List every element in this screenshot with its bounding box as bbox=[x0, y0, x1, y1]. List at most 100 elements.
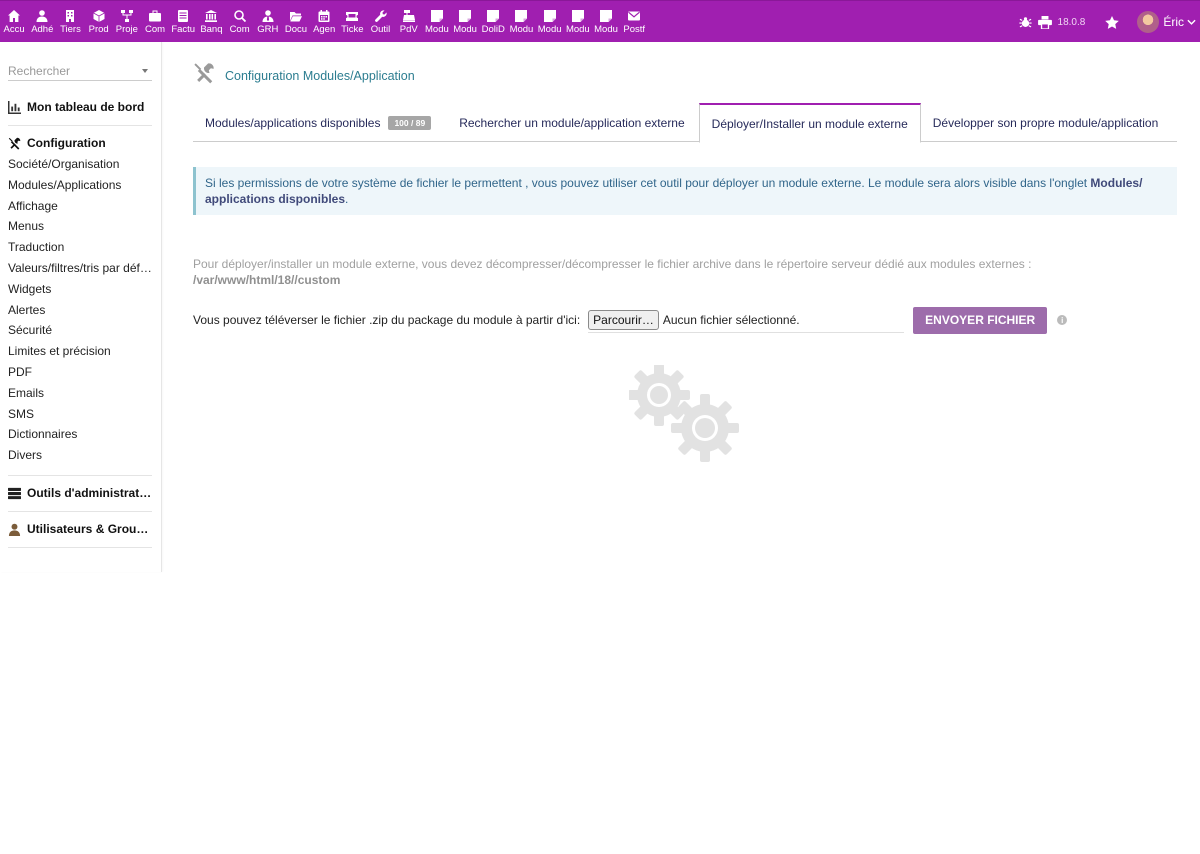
sidebar-config-item[interactable]: Emails bbox=[8, 383, 152, 404]
topmenu-item-12[interactable]: Ticke bbox=[338, 1, 366, 43]
sidebar-config-item[interactable]: Alertes bbox=[8, 300, 152, 321]
envelope-icon bbox=[628, 10, 641, 22]
left-sidebar: Rechercher Mon tableau de bord Configura… bbox=[0, 42, 162, 572]
info-icon[interactable]: i bbox=[1057, 315, 1068, 325]
chart-icon bbox=[8, 100, 21, 114]
no-file-text: Aucun fichier sélectionné. bbox=[662, 312, 800, 327]
sidebar-config-item[interactable]: Menus bbox=[8, 216, 152, 237]
info-box: Si les permissions de votre système de f… bbox=[193, 167, 1177, 215]
topmenu-item-0[interactable]: Accu bbox=[0, 1, 28, 43]
sidebar-item-dashboard[interactable]: Mon tableau de bord bbox=[8, 97, 152, 117]
note-icon bbox=[543, 10, 556, 22]
topmenu-item-18[interactable]: Modu bbox=[507, 1, 535, 43]
topmenu-item-22[interactable]: Postf bbox=[620, 1, 648, 43]
topmenu-item-2[interactable]: Tiers bbox=[56, 1, 84, 43]
sidebar-item-configuration[interactable]: Configuration bbox=[8, 133, 152, 153]
print-icon[interactable] bbox=[1037, 15, 1052, 29]
gears-icon bbox=[628, 364, 741, 468]
topmenu-item-13[interactable]: Outil bbox=[366, 1, 394, 43]
user-avatar[interactable] bbox=[1137, 11, 1160, 33]
topmenu-label: Agen bbox=[313, 24, 336, 35]
topmenu-item-6[interactable]: Factu bbox=[169, 1, 197, 43]
sidebar-admin-block: Outils d'administration bbox=[8, 483, 152, 512]
topmenu-label: PdV bbox=[399, 24, 418, 35]
sidebar-config-item[interactable]: PDF bbox=[8, 362, 152, 383]
top-menu-bar: Accu Adhé Tiers Prod Proje Com Factu Banq Com GRH… bbox=[0, 0, 1200, 42]
deploy-note: Pour déployer/installer un module extern… bbox=[193, 256, 1177, 288]
send-file-button[interactable]: ENVOYER FICHIER bbox=[913, 306, 1048, 334]
sidebar-config-item[interactable]: Valeurs/filtres/tris par défaut bbox=[8, 258, 152, 279]
upload-label: Vous pouvez téléverser le fichier .zip d… bbox=[193, 313, 581, 327]
sidebar-config-item[interactable]: Traduction bbox=[8, 237, 152, 258]
tab-available-modules[interactable]: Modules/applications disponibles 100 / 8… bbox=[193, 103, 443, 142]
sidebar-admin-label: Outils d'administration bbox=[27, 486, 152, 500]
bank-icon bbox=[205, 10, 218, 22]
bookmark-star-icon[interactable] bbox=[1105, 15, 1120, 29]
note-icon bbox=[459, 10, 472, 22]
sidebar-config-item[interactable]: SMS bbox=[8, 404, 152, 425]
bug-icon[interactable] bbox=[1018, 16, 1032, 29]
server-icon bbox=[8, 487, 21, 499]
chevron-down-icon[interactable] bbox=[1187, 19, 1196, 26]
topmenu-item-4[interactable]: Proje bbox=[113, 1, 141, 43]
upload-row: Vous pouvez téléverser le fichier .zip d… bbox=[193, 306, 1068, 334]
topmenu-item-11[interactable]: Agen bbox=[310, 1, 338, 43]
topmenu-item-19[interactable]: Modu bbox=[536, 1, 564, 43]
page-title: Configuration Modules/Application bbox=[225, 68, 415, 83]
tab-develop-own[interactable]: Développer son propre module/application bbox=[921, 103, 1170, 142]
search-dollar-icon bbox=[233, 10, 246, 22]
invoice-icon bbox=[177, 10, 189, 22]
building-icon bbox=[64, 10, 76, 22]
topmenu-item-20[interactable]: Modu bbox=[564, 1, 592, 43]
topmenu-item-14[interactable]: PdV bbox=[395, 1, 423, 43]
topmenu-item-15[interactable]: Modu bbox=[423, 1, 451, 43]
calendar-icon bbox=[318, 10, 330, 22]
sidebar-item-admin-tools[interactable]: Outils d'administration bbox=[8, 483, 152, 503]
info-link-1[interactable]: Modules/ bbox=[1090, 176, 1142, 190]
topmenu-item-17[interactable]: DoliD bbox=[479, 1, 507, 43]
tab-deploy-label: Déployer/Installer un module externe bbox=[711, 116, 908, 131]
sidebar-item-users-groups[interactable]: Utilisateurs & Groupes bbox=[8, 519, 152, 539]
topmenu-label: Prod bbox=[88, 24, 109, 35]
sidebar-config-item[interactable]: Dictionnaires bbox=[8, 424, 152, 445]
topmenu-item-3[interactable]: Prod bbox=[85, 1, 113, 43]
note-icon bbox=[600, 10, 613, 22]
topmenu-item-10[interactable]: Docu bbox=[282, 1, 310, 43]
sidebar-config-block: Configuration Société/Organisation Module… bbox=[8, 133, 152, 476]
user-name[interactable]: Éric bbox=[1163, 15, 1184, 29]
tab-available-label: Modules/applications disponibles bbox=[205, 115, 381, 130]
topmenu-item-16[interactable]: Modu bbox=[451, 1, 479, 43]
sidebar-config-item[interactable]: Divers bbox=[8, 445, 152, 466]
browse-button[interactable]: Parcourir… bbox=[588, 309, 659, 330]
sidebar-config-item[interactable]: Sécurité bbox=[8, 320, 152, 341]
topmenu-label: Ticke bbox=[341, 24, 364, 35]
topmenu-label: Modu bbox=[453, 24, 477, 35]
info-link-2[interactable]: applications disponibles bbox=[205, 192, 345, 206]
topmenu-item-21[interactable]: Modu bbox=[592, 1, 620, 43]
tools-icon bbox=[193, 62, 215, 89]
sidebar-config-item[interactable]: Affichage bbox=[8, 196, 152, 217]
deploy-path: /var/www/html/18//custom bbox=[193, 273, 341, 287]
topmenu-label: Modu bbox=[565, 24, 590, 35]
topmenu-item-8[interactable]: Com bbox=[226, 1, 254, 43]
sidebar-config-item[interactable]: Limites et précision bbox=[8, 341, 152, 362]
topmenu-item-1[interactable]: Adhé bbox=[28, 1, 56, 43]
tab-search-external[interactable]: Rechercher un module/application externe bbox=[447, 103, 696, 142]
sidebar-config-item[interactable]: Widgets bbox=[8, 279, 152, 300]
file-input[interactable]: Parcourir… Aucun fichier sélectionné. bbox=[588, 308, 905, 333]
sidebar-config-item[interactable]: Modules/Applications bbox=[8, 175, 152, 196]
sidebar-config-item[interactable]: Société/Organisation bbox=[8, 154, 152, 175]
topmenu-label: Modu bbox=[425, 24, 449, 35]
topmenu-label: Tiers bbox=[60, 24, 81, 35]
topmenu-label: Factu bbox=[171, 24, 196, 35]
sidebar-search-select[interactable]: Rechercher bbox=[8, 61, 152, 81]
tab-bar: Modules/applications disponibles 100 / 8… bbox=[193, 103, 1177, 143]
topmenu-item-5[interactable]: Com bbox=[141, 1, 169, 43]
tools-icon bbox=[8, 137, 21, 150]
topmenu-item-7[interactable]: Banq bbox=[197, 1, 225, 43]
tab-deploy-external[interactable]: Déployer/Installer un module externe bbox=[698, 103, 921, 143]
topmenu-label: DoliD bbox=[481, 24, 505, 35]
topmenu-item-9[interactable]: GRH bbox=[254, 1, 282, 43]
top-right-tools: 18.0.8 Éric bbox=[1018, 1, 1200, 43]
cash-register-icon bbox=[402, 10, 415, 22]
